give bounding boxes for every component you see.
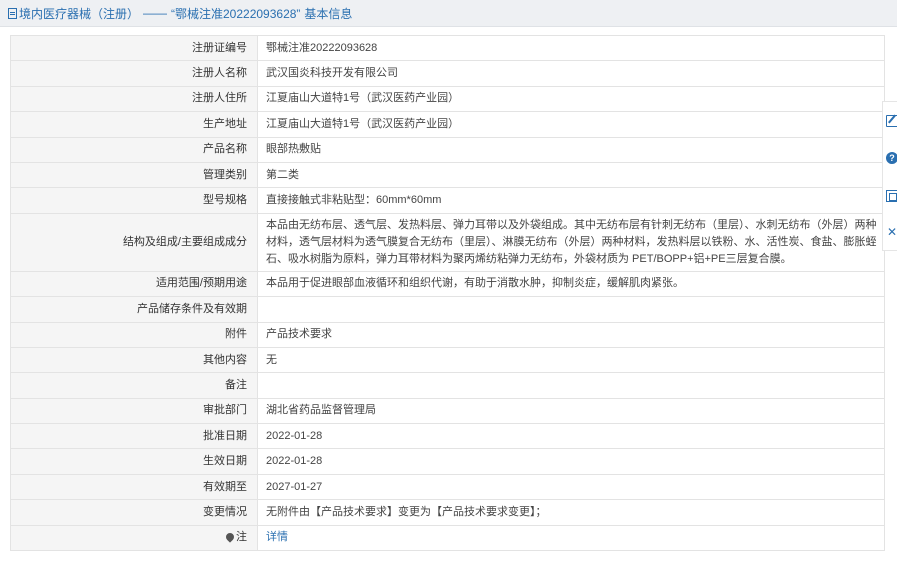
table-row-note: 注 详情 <box>10 524 885 552</box>
close-icon[interactable]: ✕ <box>886 226 897 238</box>
field-value: 湖北省药品监督管理局 <box>257 397 885 425</box>
table-row: 变更情况 无附件由【产品技术要求】变更为【产品技术要求变更】； <box>10 499 885 526</box>
copy-icon[interactable] <box>886 190 897 202</box>
help-icon[interactable]: ? <box>886 152 897 164</box>
field-value: 无 <box>257 346 885 374</box>
field-value: 眼部热敷贴 <box>257 136 885 163</box>
detail-table: 注册证编号 鄂械注准20222093628 注册人名称 武汉国炎科技开发有限公司 注册人… <box>10 34 885 552</box>
page-header: 境内医疗器械（注册） —— “鄂械注准20222093628” 基本信息 <box>0 0 897 27</box>
field-value: 江夏庙山大道特1号（武汉医药产业园） <box>257 111 885 138</box>
field-value <box>257 372 885 399</box>
table-row: 型号规格 直接接触式非粘贴型：60mm*60mm <box>10 187 885 214</box>
field-label: 批准日期 <box>10 423 258 450</box>
table-row: 适用范围/预期用途 本品用于促进眼部血液循环和组织代谢，有助于消散水肿，抑制炎症，… <box>10 270 885 298</box>
field-label: 注册人住所 <box>10 85 258 113</box>
field-label: 审批部门 <box>10 397 258 425</box>
table-row: 注册人名称 武汉国炎科技开发有限公司 <box>10 60 885 87</box>
field-label: 注册证编号 <box>10 34 258 62</box>
field-label: 管理类别 <box>10 161 258 189</box>
table-row: 生产地址 江夏庙山大道特1号（武汉医药产业园） <box>10 111 885 138</box>
table-row: 产品储存条件及有效期 <box>10 296 885 323</box>
field-value: 本品由无纺布层、透气层、发热料层、弹力耳带以及外袋组成。其中无纺布层有针刺无纺布… <box>257 212 885 272</box>
field-value: 武汉国炎科技开发有限公司 <box>257 60 885 87</box>
table-row: 管理类别 第二类 <box>10 161 885 189</box>
floating-toolbar: ? ✕ <box>882 101 897 251</box>
field-value: 2027-01-27 <box>257 473 885 501</box>
field-value-note: 详情 <box>257 524 885 552</box>
note-label: 注 <box>236 531 247 544</box>
header-suffix: 基本信息 <box>304 6 353 21</box>
table-row: 生效日期 2022-01-28 <box>10 448 885 475</box>
field-label: 适用范围/预期用途 <box>10 270 258 298</box>
field-label: 生效日期 <box>10 448 258 475</box>
field-value: 第二类 <box>257 161 885 189</box>
edit-icon[interactable] <box>886 115 897 127</box>
header-category: 境内医疗器械（注册） <box>19 6 140 21</box>
field-label: 结构及组成/主要组成成分 <box>10 212 258 272</box>
field-label: 有效期至 <box>10 473 258 501</box>
field-value: 江夏庙山大道特1号（武汉医药产业园） <box>257 85 885 113</box>
field-label-note: 注 <box>10 524 258 552</box>
field-label: 注册人名称 <box>10 60 258 87</box>
header-cert-number: “鄂械注准20222093628” <box>171 6 301 21</box>
field-value <box>257 296 885 323</box>
field-label: 备注 <box>10 372 258 399</box>
field-label: 变更情况 <box>10 499 258 526</box>
field-value: 2022-01-28 <box>257 448 885 475</box>
field-value: 产品技术要求 <box>257 321 885 348</box>
field-label: 产品储存条件及有效期 <box>10 296 258 323</box>
table-row: 附件 产品技术要求 <box>10 321 885 348</box>
field-value: 本品用于促进眼部血液循环和组织代谢，有助于消散水肿，抑制炎症，缓解肌肉紧张。 <box>257 270 885 298</box>
header-separator: —— <box>143 6 168 20</box>
field-value: 无附件由【产品技术要求】变更为【产品技术要求变更】； <box>257 499 885 526</box>
table-row: 产品名称 眼部热敷贴 <box>10 136 885 163</box>
field-value: 鄂械注准20222093628 <box>257 34 885 62</box>
table-row: 审批部门 湖北省药品监督管理局 <box>10 397 885 425</box>
field-label: 产品名称 <box>10 136 258 163</box>
field-label: 型号规格 <box>10 187 258 214</box>
table-row: 注册人住所 江夏庙山大道特1号（武汉医药产业园） <box>10 85 885 113</box>
table-row: 其他内容无 <box>10 346 885 374</box>
field-label: 其他内容 <box>10 346 258 374</box>
field-value: 直接接触式非粘贴型：60mm*60mm <box>257 187 885 214</box>
table-row: 备注 <box>10 372 885 399</box>
table-row: 批准日期 2022-01-28 <box>10 423 885 450</box>
field-label: 附件 <box>10 321 258 348</box>
table-row: 有效期至 2027-01-27 <box>10 473 885 501</box>
details-link[interactable]: 详情 <box>266 531 288 543</box>
field-value: 2022-01-28 <box>257 423 885 450</box>
location-pin-icon <box>224 531 236 544</box>
field-label: 生产地址 <box>10 111 258 138</box>
document-icon <box>8 7 17 19</box>
table-row: 结构及组成/主要组成成分 本品由无纺布层、透气层、发热料层、弹力耳带以及外袋组成。… <box>10 212 885 272</box>
table-row: 注册证编号 鄂械注准20222093628 <box>10 34 885 62</box>
